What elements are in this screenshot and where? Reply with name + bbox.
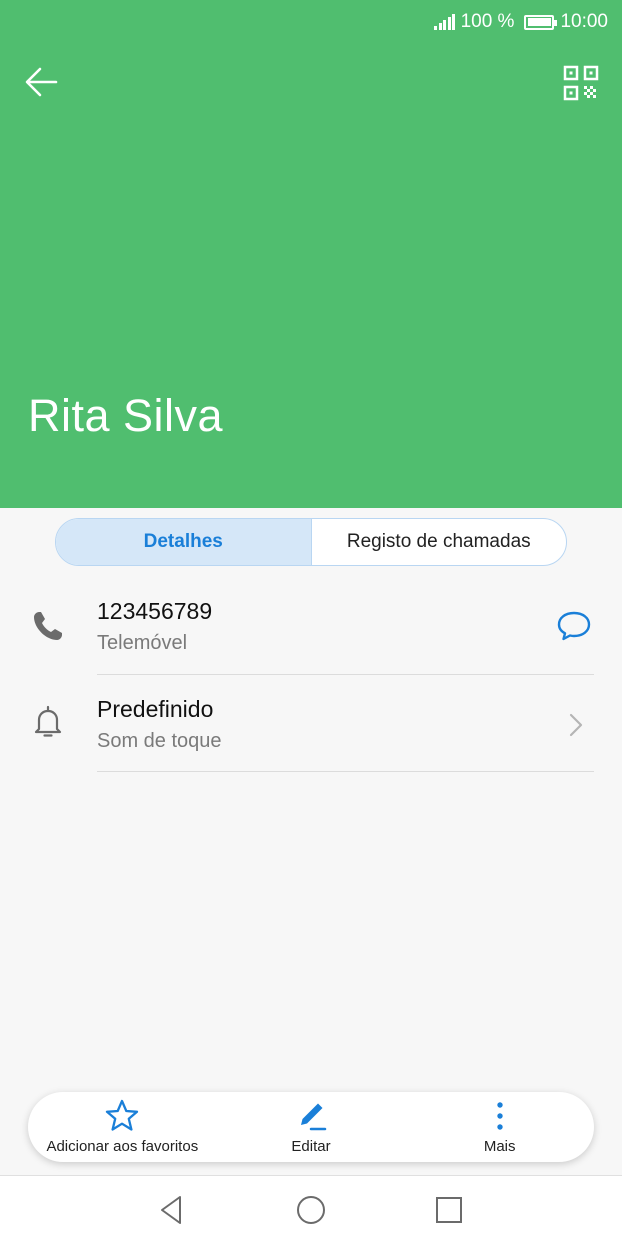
clock: 10:00 — [560, 11, 608, 32]
star-icon — [106, 1099, 139, 1131]
nav-home-icon[interactable] — [293, 1192, 329, 1228]
phone-type: Telemóvel — [97, 632, 188, 654]
qr-code-icon — [563, 65, 599, 101]
edit-button[interactable]: Editar — [217, 1092, 406, 1162]
ringtone-label: Som de toque — [97, 730, 222, 752]
arrow-left-icon — [25, 67, 58, 97]
nav-back-icon[interactable] — [154, 1192, 190, 1228]
ringtone-row[interactable]: Predefinido Som de toque — [0, 678, 622, 774]
contact-header: 100 % 10:00 Rita Silva — [0, 0, 622, 508]
divider — [97, 674, 594, 675]
send-message-button[interactable] — [554, 606, 594, 646]
tab-details[interactable]: Detalhes — [56, 519, 312, 565]
add-to-favorites-label: Adicionar aos favoritos — [46, 1138, 199, 1155]
nav-recents-icon[interactable] — [431, 1192, 467, 1228]
phone-icon — [34, 612, 62, 640]
battery-icon — [524, 14, 558, 30]
system-nav-bar — [0, 1175, 622, 1244]
action-bar: Adicionar aos favoritos Editar Mais — [28, 1092, 594, 1162]
pencil-icon — [301, 1103, 327, 1131]
qr-code-button[interactable] — [562, 64, 600, 102]
bell-icon — [34, 705, 62, 737]
tab-switcher: Detalhes Registo de chamadas — [55, 518, 567, 566]
divider — [97, 771, 594, 772]
phone-number-row[interactable]: 123456789 Telemóvel — [0, 580, 622, 676]
message-bubble-icon — [557, 611, 591, 641]
battery-percent: 100 % — [460, 11, 515, 32]
chevron-right-icon — [569, 713, 583, 737]
status-bar: 100 % 10:00 — [434, 10, 608, 34]
back-button[interactable] — [20, 62, 64, 102]
more-button[interactable]: Mais — [405, 1092, 594, 1162]
contact-name: Rita Silva — [28, 390, 224, 441]
more-label: Mais — [483, 1138, 516, 1155]
signal-icon — [434, 14, 457, 30]
edit-label: Editar — [291, 1138, 331, 1155]
tab-call-log[interactable]: Registo de chamadas — [312, 519, 567, 565]
add-to-favorites-button[interactable]: Adicionar aos favoritos — [28, 1092, 217, 1162]
phone-number: 123456789 — [97, 598, 213, 624]
more-vertical-icon — [496, 1102, 503, 1130]
ringtone-value: Predefinido — [97, 696, 214, 722]
